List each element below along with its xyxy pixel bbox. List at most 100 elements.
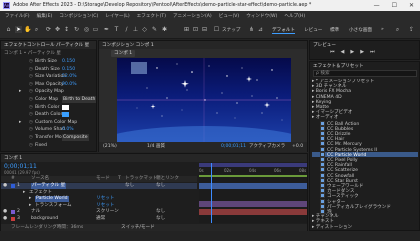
current-time-display[interactable]: 0;00;01;11 xyxy=(221,142,246,152)
minimize-button[interactable]: — xyxy=(374,2,380,9)
timeline-tab[interactable]: コンポ 1 xyxy=(4,155,22,161)
share-icon[interactable]: ⇪ xyxy=(408,26,415,33)
menu-animation[interactable]: アニメーション(A) xyxy=(173,13,212,19)
layer-name[interactable]: ナル xyxy=(31,209,40,215)
last-frame-icon[interactable]: ⏭ xyxy=(370,49,375,55)
eye-icon[interactable]: ● xyxy=(3,209,7,215)
timeline-layer-row[interactable]: ● 1 パーティクル 星 なし なし xyxy=(1,183,197,189)
close-button[interactable]: ✕ xyxy=(409,2,414,9)
workspace-review[interactable]: レビュー xyxy=(304,27,322,33)
rotate-tool-icon[interactable]: ↻ xyxy=(73,26,80,33)
next-frame-icon[interactable]: ▶ xyxy=(360,49,364,55)
layer-mode[interactable]: スクリーン xyxy=(96,209,119,215)
type-tool-icon[interactable]: T xyxy=(113,26,120,33)
zoom-tool-icon[interactable]: ⌕ xyxy=(33,26,40,33)
effect-property-row[interactable]: ◷ Transfer Mode Composite xyxy=(1,134,96,141)
exposure-value[interactable]: +0.0 xyxy=(292,142,303,152)
stopwatch-icon[interactable]: ◷ xyxy=(29,104,33,111)
comp-viewer[interactable] xyxy=(117,58,291,142)
composition-tab[interactable]: コンポジション コンポ 1 xyxy=(102,42,154,48)
magnification-dropdown[interactable]: (21%) xyxy=(103,142,117,152)
effect-property-row[interactable]: ◷ Death Color xyxy=(1,111,96,118)
stopwatch-icon[interactable]: ◷ xyxy=(29,88,33,95)
reset-link[interactable]: リセット xyxy=(96,203,114,209)
menu-effect[interactable]: エフェクト(T) xyxy=(137,13,166,19)
snap-edge-icon[interactable]: ⊿ xyxy=(257,26,264,33)
effect-property-row[interactable]: ◷ Death Size 0.150 xyxy=(1,66,96,73)
toggle-switches-modes[interactable]: スイッチ/モード xyxy=(121,224,155,231)
eye-icon[interactable]: ● xyxy=(3,216,7,222)
selection-tool-icon[interactable]: ➤ xyxy=(15,26,22,33)
hand-tool-icon[interactable]: ✋ xyxy=(24,26,31,33)
effect-property-row[interactable]: ◷ Color Map Birth to Death xyxy=(1,96,97,103)
layer-parent[interactable]: なし xyxy=(156,216,165,222)
color-swatch[interactable] xyxy=(62,112,69,118)
previous-frame-icon[interactable]: ◀ xyxy=(341,49,345,55)
effect-property-row[interactable]: ▸ ◷ Opacity Map xyxy=(1,88,96,95)
effect-property-row[interactable]: ◷ Size Variation 52.0% xyxy=(1,73,96,80)
layer-name[interactable]: background xyxy=(31,216,58,222)
menu-edit[interactable]: 編集(E) xyxy=(37,13,53,19)
rectangle-tool-icon[interactable]: ▭ xyxy=(92,26,99,33)
axis-world-icon[interactable]: ⊡ xyxy=(192,26,199,33)
disclosure-triangle-icon[interactable]: ▸ xyxy=(19,119,21,126)
snap-option-icon[interactable]: ⋔ xyxy=(248,26,255,33)
layer-parent[interactable]: なし xyxy=(156,183,165,189)
effect-property-value[interactable]: 0.150 xyxy=(62,66,75,73)
comp-subtab[interactable]: コンポ 1 xyxy=(111,50,136,57)
layer-mode[interactable]: 通常 xyxy=(96,216,105,222)
menu-composition[interactable]: コンポジション(C) xyxy=(59,13,98,19)
eraser-tool-icon[interactable]: ◇ xyxy=(141,26,148,33)
effect-property-row[interactable]: ◷ Volume Shad 0.0% xyxy=(1,126,96,133)
first-frame-icon[interactable]: ⏮ xyxy=(330,49,335,55)
effect-property-value[interactable]: 0.0% xyxy=(62,126,74,133)
layer-track-matte[interactable]: なし xyxy=(125,183,134,189)
disclosure-triangle-icon[interactable]: ▸ xyxy=(19,88,21,95)
effect-property-value[interactable]: Composite xyxy=(62,134,89,141)
stopwatch-icon[interactable]: ◷ xyxy=(29,81,33,88)
stopwatch-icon[interactable]: ◷ xyxy=(29,73,33,80)
effect-property-value[interactable]: Birth to Death xyxy=(62,96,97,103)
camera-dropdown[interactable]: アクティブカメラ xyxy=(249,142,285,152)
timeline-current-time[interactable]: 0;00;01;11 xyxy=(4,163,37,170)
effects-search-input[interactable]: ρ 検索 xyxy=(313,70,417,77)
layer-parent[interactable]: なし xyxy=(156,209,165,215)
maximize-button[interactable]: ☐ xyxy=(392,2,397,9)
effect-property-row[interactable]: ◷ Birth Color xyxy=(1,104,96,111)
track-bar-3[interactable] xyxy=(199,209,307,215)
stopwatch-icon[interactable]: ◷ xyxy=(29,111,33,118)
workspace-small-screen[interactable]: 小さな画面 xyxy=(349,27,372,33)
effect-property-row[interactable]: ▸ ◷ Custom Color Map xyxy=(1,119,96,126)
disclosure-triangle-icon[interactable]: ▸ xyxy=(23,190,25,196)
resolution-dropdown[interactable]: 1/4 画質 xyxy=(147,142,165,152)
snap-checkbox[interactable]: ☐ xyxy=(213,26,220,33)
eye-icon[interactable]: ● xyxy=(3,183,7,189)
menu-help[interactable]: ヘルプ(H) xyxy=(284,13,305,19)
menu-window[interactable]: ウィンドウ(W) xyxy=(246,13,277,19)
puppet-tool-icon[interactable]: ✱ xyxy=(161,26,168,33)
effect-list-item[interactable]: ▸ ディストーション xyxy=(312,225,418,230)
menu-file[interactable]: ファイル(F) xyxy=(5,13,30,19)
effect-property-row[interactable]: ◷ Birth Size 0.150 xyxy=(1,58,96,65)
timeline-layer-row[interactable]: ● 2 ナル スクリーン なし xyxy=(1,209,197,215)
timeline-graph[interactable]: 0s 02s 04s 06s 08s xyxy=(199,163,307,223)
effect-property-row[interactable]: ◷ Fixed xyxy=(1,142,96,149)
playhead[interactable] xyxy=(211,163,212,223)
track-bar-2[interactable] xyxy=(199,201,307,207)
disclosure-triangle-icon[interactable]: ▸ xyxy=(29,203,31,209)
workspace-standard[interactable]: 標準 xyxy=(330,27,339,33)
orbit-tool-icon[interactable]: ⟳ xyxy=(45,26,52,33)
effect-property-value[interactable]: 52.0% xyxy=(62,73,77,80)
effect-property-row[interactable]: ◷ Max Opacity 90.0% xyxy=(1,81,96,88)
menu-view[interactable]: ビュー(V) xyxy=(219,13,240,19)
stopwatch-icon[interactable]: ◷ xyxy=(29,119,33,126)
axis-view-icon[interactable]: ⊟ xyxy=(201,26,208,33)
pan-behind-tool-icon[interactable]: ◎ xyxy=(83,26,90,33)
layer-label-color[interactable] xyxy=(11,210,15,215)
work-area-bar[interactable] xyxy=(199,163,307,167)
pen-tool-icon[interactable]: ✒ xyxy=(103,26,110,33)
stopwatch-icon[interactable]: ◷ xyxy=(29,142,33,149)
search-icon[interactable]: ⌕ xyxy=(394,26,401,33)
brush-tool-icon[interactable]: ∕ xyxy=(123,26,130,33)
home-icon[interactable]: ⌂ xyxy=(5,26,12,33)
